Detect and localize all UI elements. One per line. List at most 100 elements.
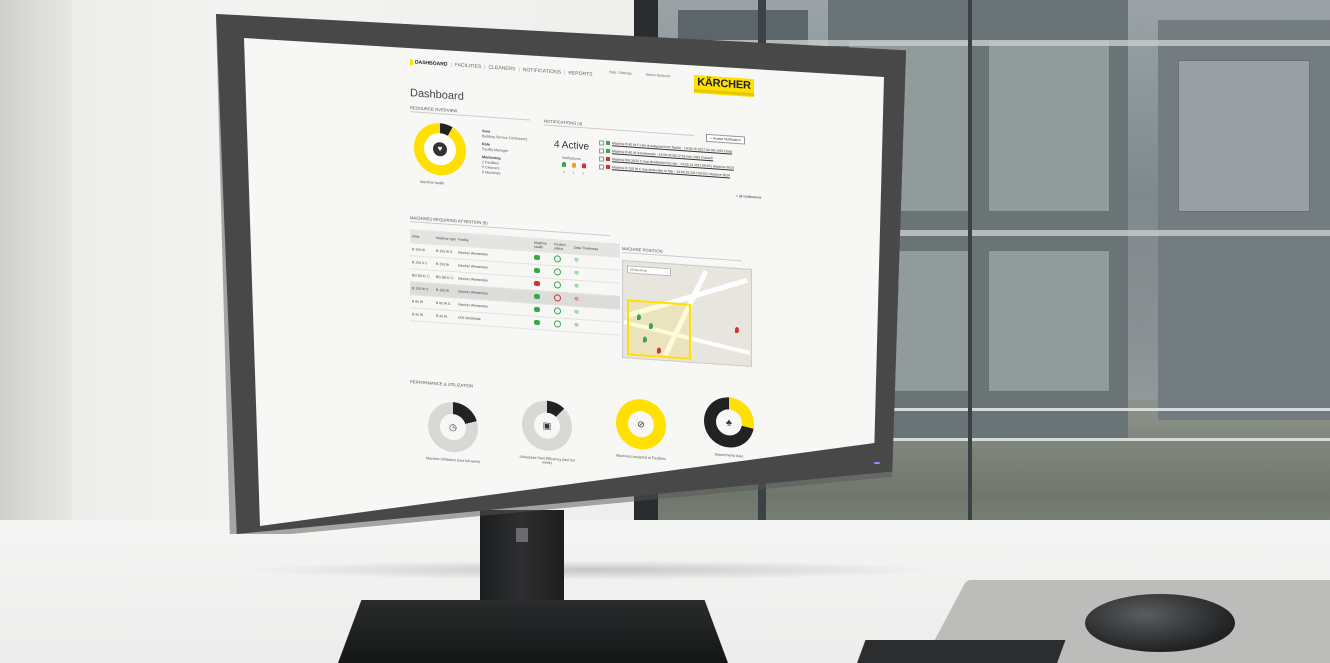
gauge-label: Departments data: [714, 452, 744, 459]
gauge-label: Scheduled Start Efficiency (last full we…: [519, 454, 575, 466]
machine-health-donut: ♥: [414, 121, 466, 178]
machine-type-cell: B 150 W: [436, 287, 450, 293]
user-menu[interactable]: Admin Derbund: [646, 73, 670, 79]
wifi-icon: ≋: [574, 283, 580, 290]
data-cell: ≋: [574, 297, 600, 305]
power-led: [874, 462, 880, 464]
help-link[interactable]: Help / Settings: [609, 70, 632, 76]
facility-cell: Kärcher Winnenden: [458, 276, 488, 283]
role-label: Role: [482, 142, 490, 147]
page-title: Dashboard: [410, 87, 464, 103]
nav-dashboard[interactable]: DASHBOARD: [410, 59, 448, 68]
data-cell: ≋: [574, 323, 600, 331]
checkbox[interactable]: [599, 139, 604, 146]
data-cell: ≋: [574, 284, 600, 292]
wifi-icon: ≋: [574, 296, 580, 303]
status-icon: [606, 140, 610, 146]
performance-gauge[interactable]: ◷ Machine Utilization (last full week): [422, 400, 484, 464]
alias-cell: B 150 W: [412, 247, 426, 253]
machine-position-map[interactable]: All Machines: [622, 259, 752, 368]
checkbox[interactable]: [599, 163, 604, 170]
heart-icon: [534, 293, 540, 300]
alias-cell: BD 50/12 C: [412, 273, 430, 279]
checkbox[interactable]: [599, 147, 604, 154]
donut-hole: ♥: [424, 132, 456, 167]
position-cell: [554, 320, 574, 329]
table-body: B 150 W B 150 W S Kärcher Winnenden ≋ B 150 …: [410, 243, 620, 336]
glass-pane: [988, 40, 1110, 212]
bell-icon: [582, 163, 586, 169]
health-cell: [534, 306, 554, 314]
gauge-donut: ▣: [522, 398, 572, 453]
bell-icon: [562, 161, 566, 168]
machine-pin[interactable]: [657, 347, 661, 354]
performance-gauge[interactable]: ⊘ Machines assigned to Facilities: [610, 397, 672, 461]
health-cell: [534, 319, 554, 327]
gauge-icon: ▣: [534, 411, 560, 440]
data-cell: ≋: [574, 258, 600, 266]
machine-select[interactable]: All Machines: [627, 265, 671, 277]
position-cell: [554, 255, 574, 264]
position-icon: [554, 307, 561, 315]
wifi-icon: ≋: [574, 322, 580, 329]
all-notifications-link[interactable]: > all notifications: [736, 194, 761, 200]
notification-counts: 2 1 2: [563, 170, 584, 175]
machine-type-cell: B 150 W S: [436, 248, 453, 255]
machine-type-cell: B 150 W: [436, 261, 450, 267]
alias-cell: B 150 S C: [412, 260, 428, 266]
resource-overview-heading: RESOURCE OVERVIEW: [410, 105, 530, 121]
nav-separator: |: [450, 61, 452, 69]
nav-separator: |: [484, 64, 486, 71]
nav-reports[interactable]: REPORTS: [568, 70, 592, 78]
notifications-heading: NOTIFICATIONS (4): [544, 118, 694, 136]
count-orange: 1: [572, 170, 575, 175]
nav-cleaners[interactable]: CLEANERS: [489, 65, 516, 73]
gauge-icon: ♣: [716, 408, 742, 437]
facility-cell: Kärcher Winnenden: [458, 289, 488, 296]
header-links: Help / Settings Admin Derbund: [609, 70, 670, 78]
nav-notifications[interactable]: NOTIFICATIONS: [523, 67, 561, 76]
machine-health-label: Machine health: [420, 179, 445, 186]
facility-cell: Kärcher Winnenden: [458, 302, 488, 309]
wifi-icon: ≋: [574, 309, 580, 316]
facility-cell: U03 Vertebrate: [458, 315, 481, 322]
wifi-icon: ≋: [574, 257, 580, 264]
machine-pin[interactable]: [649, 322, 653, 330]
attention-table: Alias Machine type Facility Machine heal…: [410, 229, 620, 336]
dashboard-app: DASHBOARD | FACILITIES | CLEANERS | NOTI…: [394, 48, 784, 526]
status-icon: [606, 164, 610, 170]
gauge-icon: ⊘: [628, 410, 654, 439]
desk-shadow: [240, 560, 940, 580]
position-icon: [554, 294, 561, 302]
glass-pane: [1178, 60, 1310, 212]
position-cell: [554, 294, 574, 303]
cable-clip: [516, 528, 528, 542]
machine-pin[interactable]: [735, 326, 739, 334]
checkbox[interactable]: [599, 155, 604, 162]
position-icon: [554, 281, 561, 289]
status-icon: [606, 156, 610, 162]
data-cell: ≋: [574, 310, 600, 318]
resource-info: View Building Service Contractors Role F…: [482, 129, 527, 178]
facility-cell: Kärcher Winnenden: [458, 250, 488, 257]
gauge-donut: ♣: [704, 395, 754, 450]
performance-gauge[interactable]: ♣ Departments data: [698, 395, 760, 459]
bell-icon: [572, 162, 576, 168]
facility-cell: Kärcher Winnenden: [458, 263, 488, 270]
heart-icon: [534, 306, 540, 313]
performance-gauge[interactable]: ▣ Scheduled Start Efficiency (last full w…: [516, 398, 578, 467]
nav-facilities[interactable]: FACILITIES: [455, 62, 481, 70]
notifications-label: Notifications: [562, 155, 581, 162]
position-cell: [554, 307, 574, 316]
machine-pin[interactable]: [637, 313, 641, 321]
machine-pin[interactable]: [643, 336, 647, 343]
machine-type-cell: B 60 W S: [436, 300, 451, 306]
monitor-screen: DASHBOARD | FACILITIES | CLEANERS | NOTI…: [244, 38, 884, 526]
notification-list: Machine B 40 W C rate is assigned from f…: [599, 138, 769, 182]
accept-notification-button[interactable]: + Accept Notification: [706, 133, 745, 145]
monitor-stand-base: [338, 600, 728, 663]
data-cell: ≋: [574, 271, 600, 279]
office-scene: DASHBOARD | FACILITIES | CLEANERS | NOTI…: [0, 0, 1330, 663]
machine-type-cell: B 40 W: [436, 313, 448, 319]
health-cell: [534, 293, 554, 301]
